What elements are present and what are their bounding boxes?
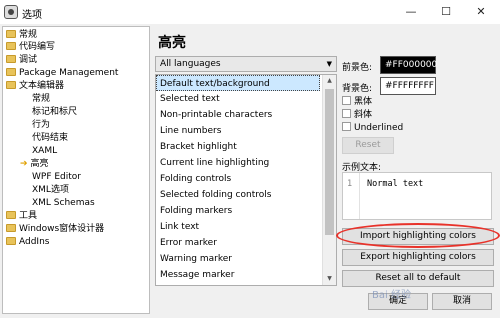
sample-code: Normal text (367, 179, 424, 189)
tree-item-xml-options[interactable]: XML选项 (32, 184, 69, 196)
highlighting-items-list[interactable]: Default text/background Selected text No… (155, 74, 337, 286)
list-item[interactable]: Folding controls (160, 171, 231, 187)
gutter-divider (359, 173, 360, 219)
export-colors-button[interactable]: Export highlighting colors (342, 249, 494, 266)
list-scrollbar[interactable]: ▲ ▼ (322, 75, 336, 285)
list-item[interactable]: Selected text (160, 91, 220, 107)
minimize-button[interactable]: — (394, 0, 428, 24)
list-item[interactable]: Message marker (160, 267, 234, 283)
background-color-button[interactable]: #FFFFFFFF (380, 77, 436, 95)
tree-item-xaml[interactable]: XAML (32, 145, 57, 157)
chevron-down-icon: ▼ (326, 60, 332, 68)
tree-item-code-completion[interactable]: 代码结束 (32, 132, 68, 144)
list-item[interactable]: Folding markers (160, 203, 232, 219)
tree-item-markers-rulers[interactable]: 标记和标尺 (32, 106, 77, 118)
folder-icon (6, 68, 16, 76)
folder-icon (6, 55, 16, 63)
ok-button[interactable]: 确定 (368, 293, 428, 310)
sample-text-preview: 1 Normal text (342, 172, 492, 220)
tree-item-package-management[interactable]: Package Management (6, 67, 118, 79)
list-item[interactable]: Current line highlighting (160, 155, 269, 171)
background-label: 背景色: (342, 84, 373, 94)
tree-item-text-editor[interactable]: 文本编辑器 (6, 80, 64, 92)
arrow-right-icon: ➔ (20, 159, 28, 169)
options-tree[interactable]: 常规 代码编写 调试 Package Management 文本编辑器 常规 标… (2, 26, 150, 314)
checkbox-icon (342, 96, 351, 105)
import-colors-button[interactable]: Import highlighting colors (342, 228, 494, 245)
folder-icon (6, 30, 16, 38)
folder-open-icon (6, 81, 16, 89)
app-icon (4, 5, 18, 19)
list-item[interactable]: Selected folding controls (160, 187, 271, 203)
page-title: 高亮 (158, 35, 186, 51)
language-select[interactable]: All languages ▼ (155, 56, 337, 72)
folder-icon (6, 237, 16, 245)
list-item[interactable]: Non-printable characters (160, 107, 272, 123)
cancel-button[interactable]: 取消 (432, 293, 492, 310)
list-item[interactable]: Warning marker (160, 251, 232, 267)
scrollbar-thumb[interactable] (325, 89, 334, 235)
folder-icon (6, 224, 16, 232)
scroll-down-icon[interactable]: ▼ (323, 273, 336, 285)
checkbox-icon (342, 122, 351, 131)
tree-item-coding[interactable]: 代码编写 (6, 41, 55, 53)
scroll-up-icon[interactable]: ▲ (323, 75, 336, 87)
tree-item-editor-general[interactable]: 常规 (32, 93, 50, 105)
italic-checkbox[interactable]: 斜体 (342, 109, 372, 121)
tree-item-behavior[interactable]: 行为 (32, 119, 50, 131)
bold-checkbox[interactable]: 黑体 (342, 96, 372, 108)
tree-item-windows-forms-designer[interactable]: Windows窗体设计器 (6, 223, 104, 235)
tree-item-wpf-editor[interactable]: WPF Editor (32, 171, 81, 183)
line-number: 1 (347, 179, 353, 189)
checkbox-icon (342, 109, 351, 118)
tree-item-xml-schemas[interactable]: XML Schemas (32, 197, 95, 209)
reset-all-button[interactable]: Reset all to default (342, 270, 494, 287)
list-item[interactable]: Default text/background (156, 75, 320, 91)
reset-button[interactable]: Reset (342, 137, 394, 154)
list-item[interactable]: Bracket highlight (160, 139, 237, 155)
list-item[interactable]: Error marker (160, 235, 217, 251)
close-button[interactable]: ✕ (464, 0, 498, 24)
folder-icon (6, 42, 16, 50)
foreground-label: 前景色: (342, 63, 373, 73)
list-item[interactable]: Link text (160, 219, 199, 235)
tree-item-addins[interactable]: AddIns (6, 236, 49, 248)
tree-item-debug[interactable]: 调试 (6, 54, 37, 66)
foreground-color-button[interactable]: #FF000000 (380, 56, 437, 74)
list-item[interactable]: Line numbers (160, 123, 221, 139)
folder-icon (6, 211, 16, 219)
window-title: 选项 (22, 10, 42, 21)
title-bar: 选项 — ☐ ✕ (0, 0, 500, 26)
tree-item-general[interactable]: 常规 (6, 29, 37, 41)
tree-item-tools[interactable]: 工具 (6, 210, 37, 222)
maximize-button[interactable]: ☐ (429, 0, 463, 24)
tree-item-highlighting[interactable]: ➔ 高亮 (20, 158, 49, 170)
underline-checkbox[interactable]: Underlined (342, 122, 403, 134)
